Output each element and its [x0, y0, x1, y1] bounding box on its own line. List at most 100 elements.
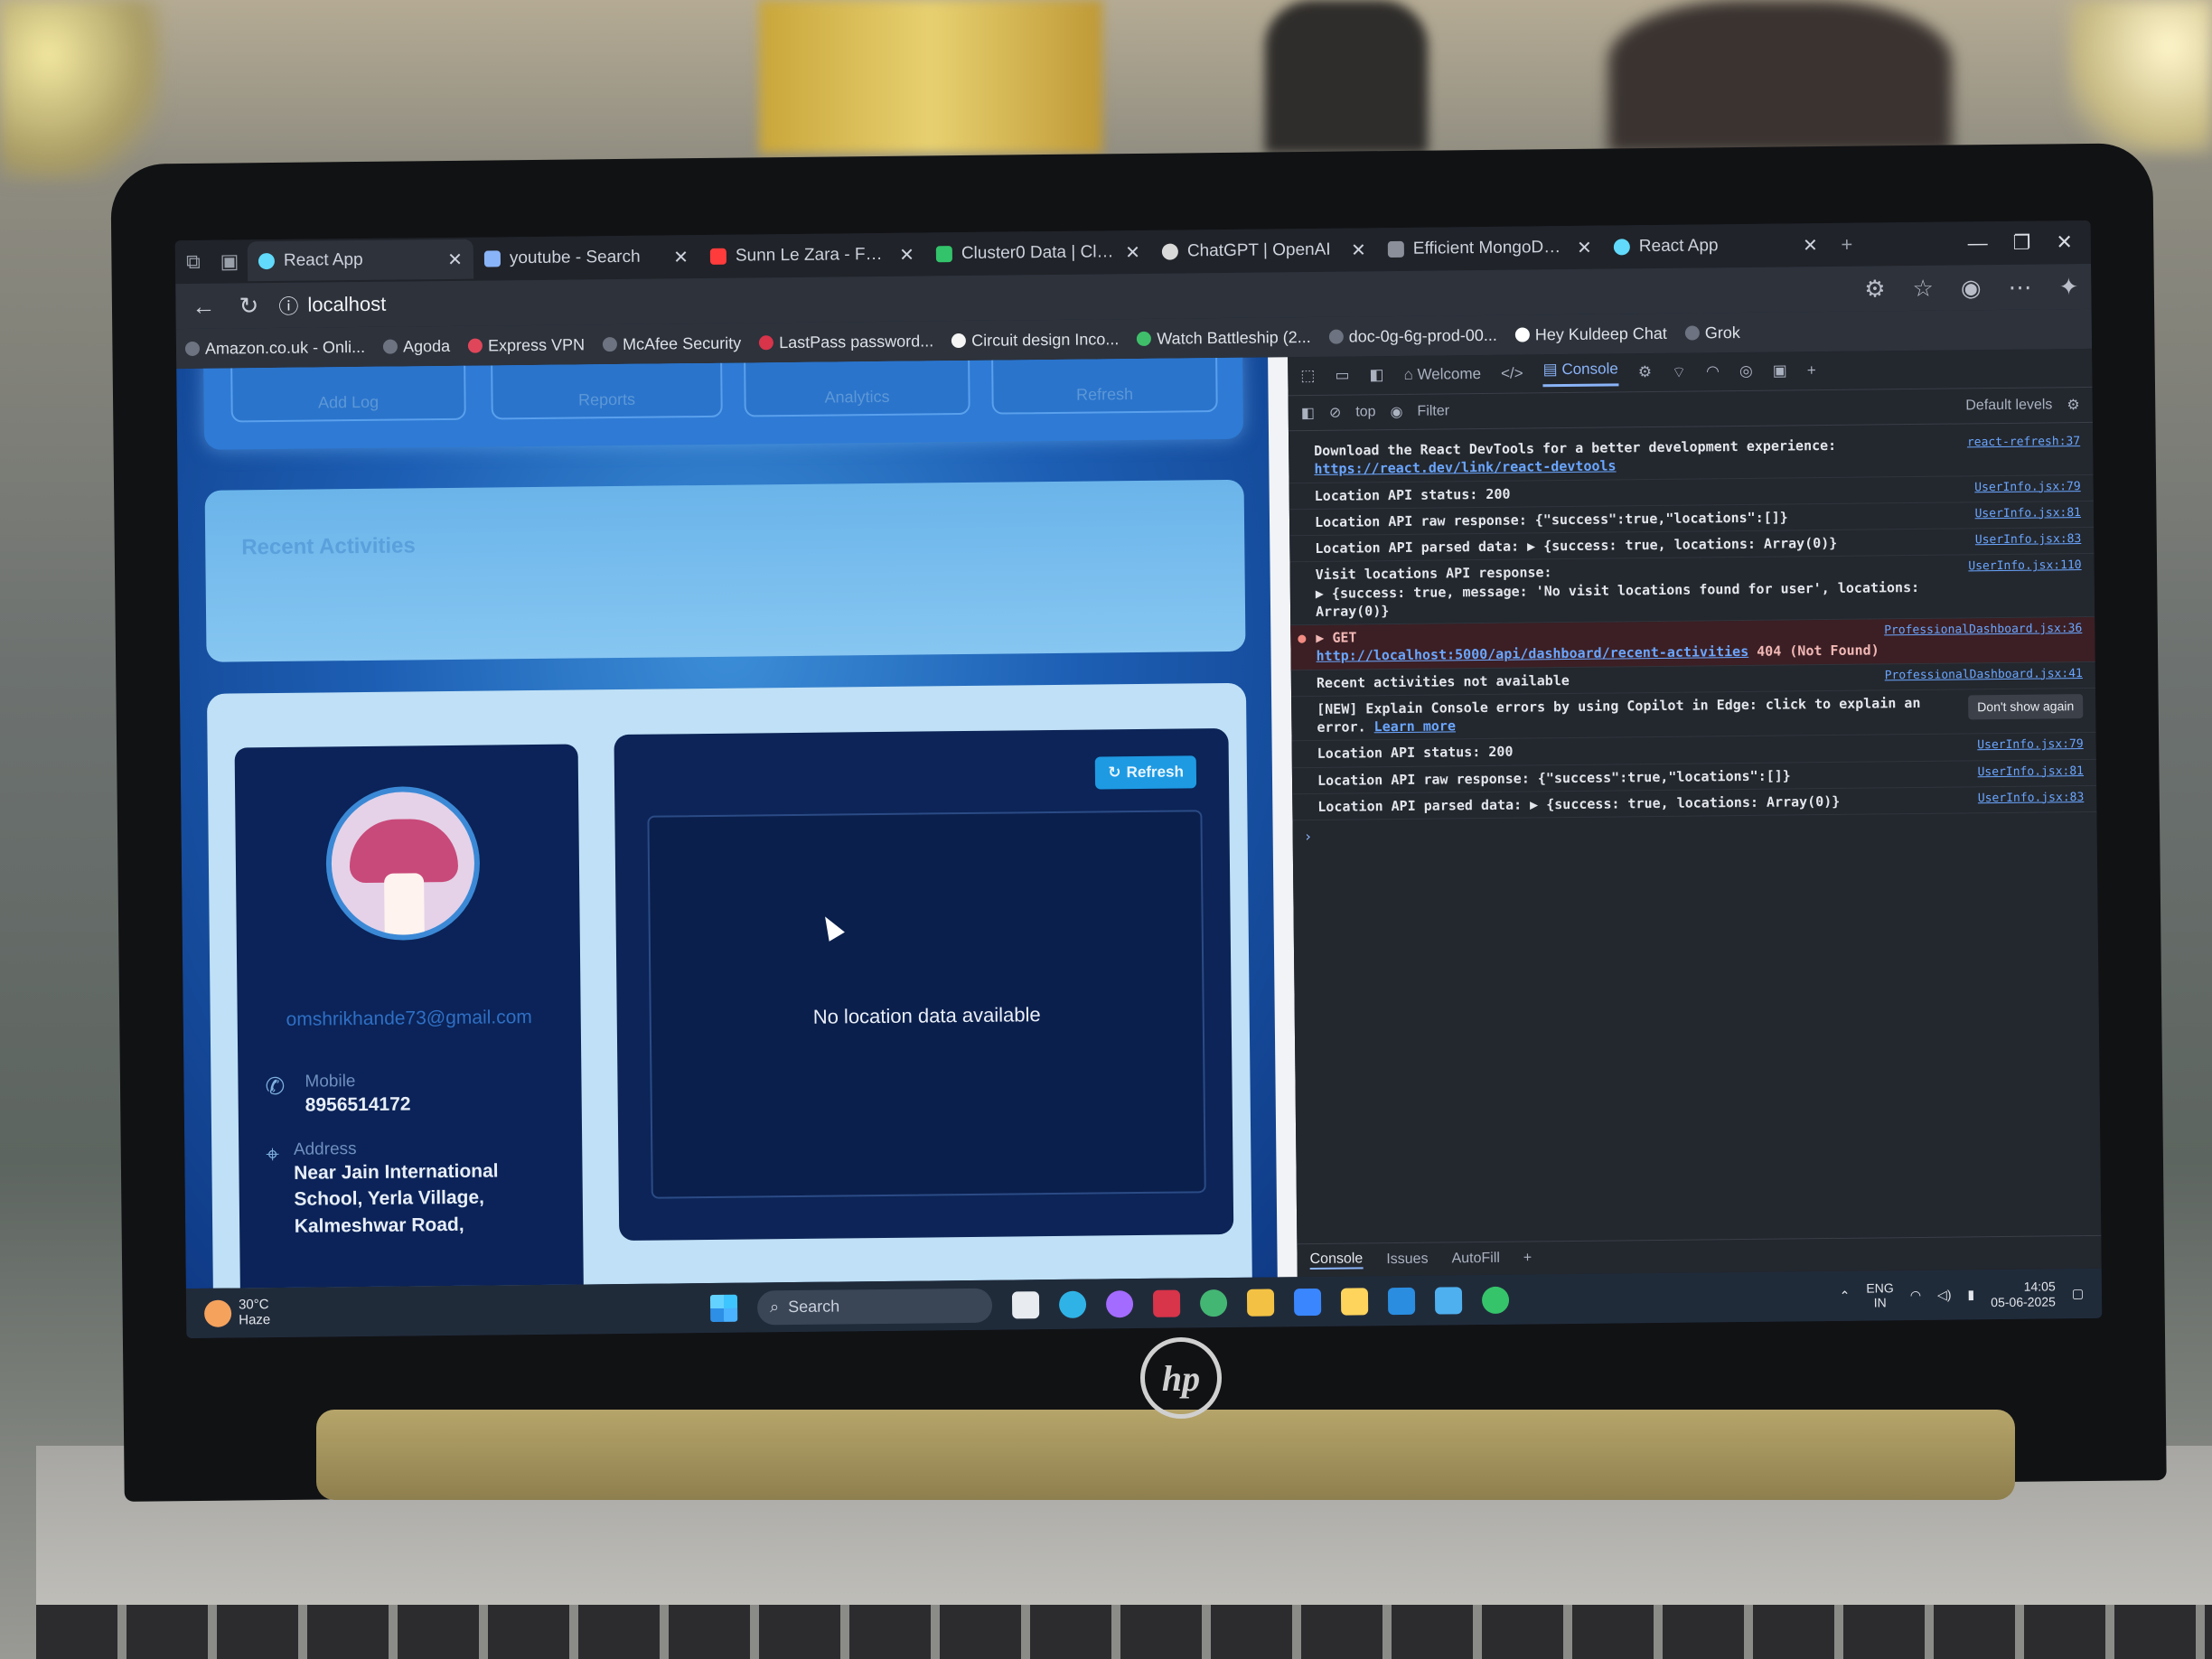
device-icon[interactable]: ▭: [1335, 367, 1349, 385]
whatsapp-icon[interactable]: [1481, 1286, 1510, 1314]
copilot-icon[interactable]: ✦: [2058, 273, 2078, 301]
close-icon[interactable]: ✕: [1803, 234, 1818, 257]
maximize-icon[interactable]: ❐: [2013, 231, 2031, 255]
url-field[interactable]: ⓘ localhost: [278, 283, 1092, 320]
bookmark[interactable]: LastPass password...: [759, 332, 933, 352]
map-container[interactable]: No location data available: [647, 810, 1206, 1199]
bookmark[interactable]: Watch Battleship (2...: [1137, 327, 1311, 348]
browser-tab[interactable]: React App ✕: [247, 239, 474, 282]
quick-action-refresh[interactable]: Refresh: [990, 357, 1218, 415]
copilot-icon[interactable]: [1105, 1289, 1134, 1317]
quick-action-reports[interactable]: Reports: [490, 357, 723, 420]
site-info-icon[interactable]: ⓘ: [278, 291, 298, 320]
performance-icon[interactable]: ◠: [1706, 362, 1720, 380]
source-link[interactable]: UserInfo.jsx:81: [1974, 505, 2081, 522]
source-link[interactable]: UserInfo.jsx:79: [1974, 479, 2081, 496]
app-icon[interactable]: [1293, 1288, 1322, 1316]
sidebar-icon[interactable]: ◧: [1369, 366, 1383, 384]
close-window-icon[interactable]: ✕: [2056, 230, 2073, 254]
context-selector[interactable]: top: [1355, 404, 1375, 420]
tab-welcome[interactable]: ⌂ Welcome: [1403, 365, 1481, 384]
task-view-icon[interactable]: [1011, 1290, 1040, 1318]
workspaces-icon[interactable]: ⧉: [175, 244, 211, 280]
source-link[interactable]: react-refresh:37: [1967, 434, 2080, 451]
bookmark[interactable]: Amazon.co.uk - Onli...: [184, 337, 365, 358]
favorites-icon[interactable]: ☆: [1912, 274, 1934, 302]
drawer-tab-issues[interactable]: Issues: [1386, 1251, 1428, 1268]
show-hidden-icons-icon[interactable]: ⌃: [1840, 1289, 1851, 1304]
edge-icon[interactable]: [1058, 1290, 1087, 1318]
menu-icon[interactable]: ⋯: [2008, 273, 2031, 301]
mcafee-icon[interactable]: [1152, 1289, 1181, 1317]
source-link[interactable]: UserInfo.jsx:83: [1978, 790, 2085, 807]
close-icon[interactable]: ✕: [1125, 240, 1140, 263]
drawer-tab-autofill[interactable]: AutoFill: [1451, 1251, 1500, 1268]
browser-tab[interactable]: ChatGPT | OpenAI ✕: [1151, 230, 1377, 272]
file-explorer-icon[interactable]: [1246, 1288, 1275, 1317]
filter-input[interactable]: Filter: [1417, 403, 1449, 419]
browser-tab[interactable]: youtube - Search ✕: [473, 237, 699, 279]
browser-tab[interactable]: Cluster0 Data | Cloud ✕: [925, 232, 1151, 275]
close-icon[interactable]: ✕: [1577, 236, 1592, 258]
source-link[interactable]: UserInfo.jsx:81: [1977, 764, 2084, 781]
log-levels-dropdown[interactable]: Default levels: [1965, 397, 2052, 414]
source-link[interactable]: ProfessionalDashboard.jsx:41: [1885, 666, 2083, 684]
bookmark[interactable]: Circuit design Inco...: [951, 330, 1119, 351]
reload-icon[interactable]: ↻: [233, 292, 264, 320]
sources-icon[interactable]: ⚙: [1638, 363, 1652, 381]
weather-widget[interactable]: 30°C Haze: [186, 1297, 270, 1328]
dont-show-again-button[interactable]: Don't show again: [1968, 693, 2084, 720]
bookmark[interactable]: McAfee Security: [603, 333, 741, 354]
refresh-button[interactable]: ↻ Refresh: [1095, 755, 1197, 790]
close-icon[interactable]: ✕: [447, 248, 463, 270]
volume-icon[interactable]: ◁): [1937, 1288, 1952, 1303]
close-icon[interactable]: ✕: [1351, 239, 1366, 261]
memory-icon[interactable]: ◎: [1739, 362, 1753, 380]
minimize-icon[interactable]: —: [1968, 231, 1988, 255]
clear-console-icon[interactable]: ⊘: [1329, 404, 1342, 422]
chrome-icon[interactable]: [1199, 1289, 1228, 1317]
quick-action-analytics[interactable]: Analytics: [743, 357, 970, 417]
close-icon[interactable]: ✕: [899, 243, 914, 266]
extensions-icon[interactable]: ⚙: [1864, 275, 1886, 303]
input-language[interactable]: ENG IN: [1866, 1280, 1894, 1309]
battery-icon[interactable]: ▮: [1967, 1287, 1974, 1302]
source-link[interactable]: ProfessionalDashboard.jsx:36: [1884, 621, 2082, 639]
source-link[interactable]: UserInfo.jsx:110: [1968, 558, 2081, 575]
console-link[interactable]: http://localhost:5000/api/dashboard/rece…: [1316, 643, 1748, 664]
console-message[interactable]: Visit locations API response: ▶ {success…: [1289, 554, 2095, 626]
bookmark[interactable]: Agoda: [382, 336, 450, 356]
more-tabs-icon[interactable]: +: [1807, 361, 1816, 380]
tab-console[interactable]: ▤ Console: [1542, 359, 1618, 387]
quick-action-add-log[interactable]: Add Log: [230, 357, 466, 423]
clock[interactable]: 14:05 05-06-2025: [1991, 1279, 2056, 1309]
console-link[interactable]: https://react.dev/link/react-devtools: [1314, 458, 1616, 477]
tab-actions-icon[interactable]: ▣: [211, 243, 248, 279]
browser-tab[interactable]: Efficient MongoDB D ✕: [1377, 228, 1603, 270]
drawer-tab-console[interactable]: Console: [1309, 1251, 1364, 1270]
source-link[interactable]: UserInfo.jsx:79: [1977, 736, 2084, 754]
vscode-icon[interactable]: [1387, 1287, 1416, 1315]
learn-more-link[interactable]: Learn more: [1374, 717, 1456, 735]
browser-tab[interactable]: React App ✕: [1603, 225, 1829, 267]
windows-start-icon[interactable]: [709, 1294, 738, 1322]
elements-icon[interactable]: </>: [1501, 365, 1523, 383]
close-icon[interactable]: ✕: [673, 246, 689, 268]
sidebar-toggle-icon[interactable]: ◧: [1301, 404, 1315, 422]
profile-icon[interactable]: ◉: [1961, 274, 1982, 302]
wifi-icon[interactable]: ◠: [1910, 1288, 1921, 1303]
network-icon[interactable]: ⌔: [1672, 362, 1686, 381]
store-icon[interactable]: [1434, 1286, 1463, 1315]
bookmark[interactable]: Grok: [1684, 323, 1740, 343]
back-icon[interactable]: ←: [188, 292, 219, 320]
console-settings-icon[interactable]: ⚙: [2067, 396, 2080, 414]
inspect-icon[interactable]: ⬚: [1300, 367, 1315, 385]
bookmark[interactable]: doc-0g-6g-prod-00...: [1328, 325, 1497, 346]
application-icon[interactable]: ▣: [1773, 361, 1787, 380]
add-drawer-tab-icon[interactable]: +: [1523, 1250, 1532, 1266]
browser-tab[interactable]: Sunn Le Zara - Full V ✕: [699, 234, 925, 276]
bookmark[interactable]: Express VPN: [467, 335, 585, 355]
eye-icon[interactable]: ◉: [1390, 403, 1402, 421]
new-tab-icon[interactable]: +: [1829, 227, 1865, 263]
source-link[interactable]: UserInfo.jsx:83: [1975, 531, 2082, 548]
